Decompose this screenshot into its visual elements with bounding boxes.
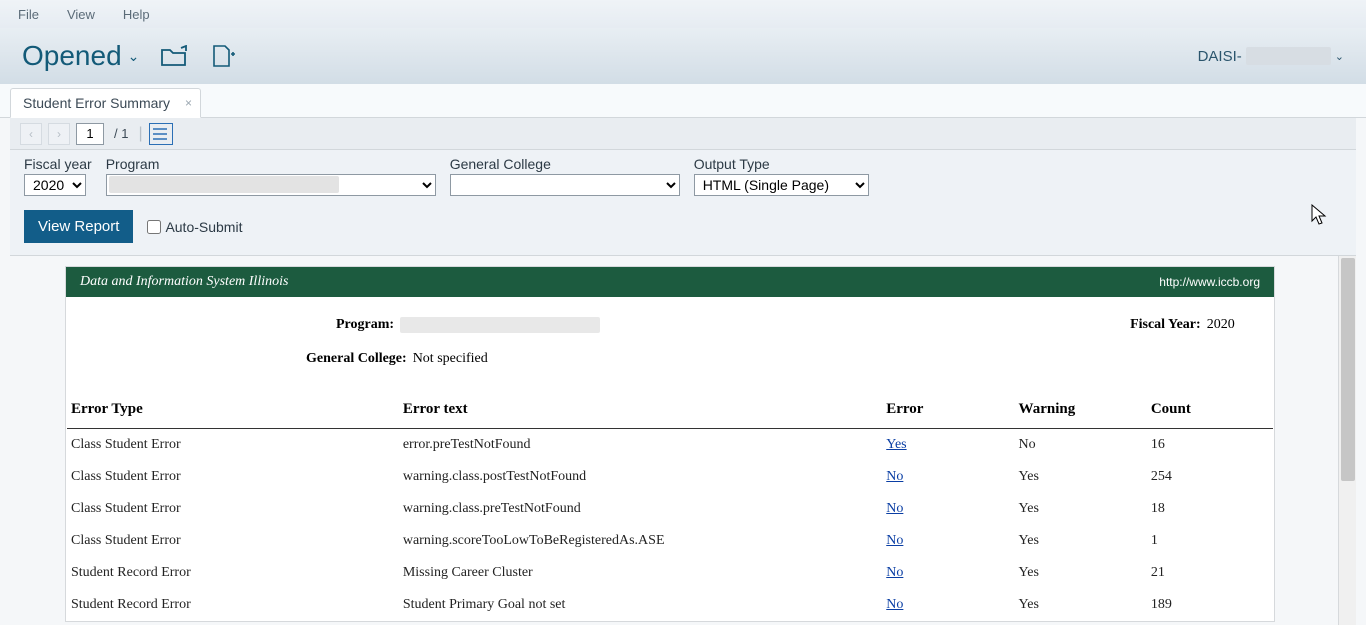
cell-error-type: Class Student Error [67,493,403,525]
user-prefix: DAISI- [1198,48,1242,65]
cell-count: 21 [1151,557,1273,589]
label-program: Program [106,156,436,172]
scrollbar-thumb[interactable] [1341,258,1355,481]
table-row: Student Record ErrorStudent Primary Goal… [67,589,1273,621]
next-page-button[interactable]: › [48,123,70,145]
cell-count: 16 [1151,429,1273,462]
cell-error-link[interactable]: No [886,557,1018,589]
col-error-type: Error Type [67,393,403,429]
cell-error-text: warning.class.postTestNotFound [403,461,886,493]
chevron-down-icon: ⌄ [1335,50,1344,63]
report-header: Data and Information System Illinois htt… [66,267,1274,297]
parameters-panel: Fiscal year 2020 Program General College… [10,150,1356,256]
cell-warning: No [1019,429,1151,462]
label-general-college: General College [450,156,680,172]
cell-error-text: Missing Career Cluster [403,557,886,589]
report-body: Data and Information System Illinois htt… [65,266,1275,622]
cell-count: 254 [1151,461,1273,493]
label-fiscal-year: Fiscal year [24,156,92,172]
cell-error-text: warning.scoreTooLowToBeRegisteredAs.ASE [403,525,886,557]
col-error-text: Error text [403,393,886,429]
meta-program-value-redacted [400,317,600,333]
meta-fy-value: 2020 [1207,317,1235,333]
table-row: Class Student Errorwarning.class.postTes… [67,461,1273,493]
close-icon[interactable]: × [185,96,192,110]
cell-warning: Yes [1019,557,1151,589]
cell-count: 189 [1151,589,1273,621]
user-dropdown[interactable]: DAISI- ⌄ [1198,47,1344,65]
general-college-select[interactable] [450,174,680,196]
menu-view[interactable]: View [67,7,95,22]
tabstrip: Student Error Summary × [0,84,1366,118]
report-viewport: Data and Information System Illinois htt… [10,256,1356,625]
cell-error-link[interactable]: No [886,461,1018,493]
tab-label: Student Error Summary [23,95,170,111]
cell-error-link[interactable]: No [886,589,1018,621]
error-table: Error Type Error text Error Warning Coun… [67,393,1273,621]
cell-error-link[interactable]: No [886,525,1018,557]
table-row: Class Student Errorwarning.scoreTooLowTo… [67,525,1273,557]
auto-submit-checkbox[interactable]: Auto-Submit [147,219,242,235]
auto-submit-input[interactable] [147,220,161,234]
output-type-select[interactable]: HTML (Single Page) [694,174,869,196]
cell-count: 18 [1151,493,1273,525]
auto-submit-label: Auto-Submit [165,219,242,235]
cell-error-text: Student Primary Goal not set [403,589,886,621]
page-total: / 1 [110,126,132,141]
cell-warning: Yes [1019,461,1151,493]
table-row: Class Student Errorwarning.class.preTest… [67,493,1273,525]
program-select[interactable] [106,174,436,196]
cell-warning: Yes [1019,589,1151,621]
user-name-redacted [1246,47,1331,65]
chevron-down-icon: ⌄ [128,48,140,65]
cell-error-type: Student Record Error [67,589,403,621]
cell-count: 1 [1151,525,1273,557]
col-count: Count [1151,393,1273,429]
cell-error-type: Class Student Error [67,429,403,462]
menubar: File View Help [0,0,1366,28]
menu-file[interactable]: File [18,7,39,22]
cell-error-text: warning.class.preTestNotFound [403,493,886,525]
report-meta: Program: Fiscal Year: 2020 General Colle… [66,297,1274,393]
opened-dropdown[interactable]: Opened ⌄ [22,40,139,72]
prev-page-button[interactable]: ‹ [20,123,42,145]
document-map-button[interactable] [149,123,173,145]
table-row: Class Student Errorerror.preTestNotFound… [67,429,1273,462]
cell-error-link[interactable]: Yes [886,429,1018,462]
ribbon: Opened ⌄ DAISI- ⌄ [0,28,1366,84]
cell-warning: Yes [1019,493,1151,525]
table-row: Student Record ErrorMissing Career Clust… [67,557,1273,589]
meta-program-label: Program: [336,317,394,333]
report-title: Data and Information System Illinois [80,274,288,290]
new-file-icon[interactable] [211,45,235,67]
cell-error-text: error.preTestNotFound [403,429,886,462]
view-report-button[interactable]: View Report [24,210,133,243]
cell-error-type: Class Student Error [67,461,403,493]
label-output-type: Output Type [694,156,869,172]
report-url: http://www.iccb.org [1159,275,1260,289]
fiscal-year-select[interactable]: 2020 [24,174,86,196]
pager-bar: ‹ › / 1 | [10,118,1356,150]
cell-error-type: Student Record Error [67,557,403,589]
cell-error-type: Class Student Error [67,525,403,557]
cell-warning: Yes [1019,525,1151,557]
meta-gc-label: General College: [306,351,407,367]
col-error: Error [886,393,1018,429]
col-warning: Warning [1019,393,1151,429]
opened-label: Opened [22,40,122,72]
separator: | [138,125,142,143]
vertical-scrollbar[interactable] [1338,256,1356,625]
meta-gc-value: Not specified [413,351,488,367]
meta-fy-label: Fiscal Year: [1130,317,1201,333]
menu-help[interactable]: Help [123,7,150,22]
page-number-input[interactable] [76,123,104,145]
tab-student-error-summary[interactable]: Student Error Summary × [10,88,201,118]
open-folder-icon[interactable] [161,45,189,67]
cell-error-link[interactable]: No [886,493,1018,525]
